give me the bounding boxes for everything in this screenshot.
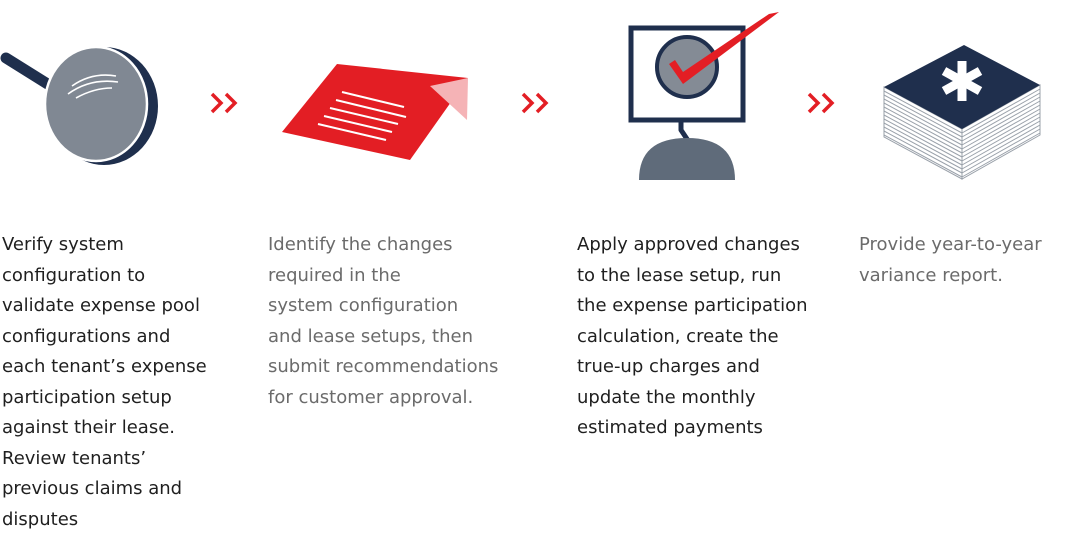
magnifying-glass-icon: [0, 45, 158, 165]
step-1-description: Verify system configuration to validate …: [2, 234, 207, 530]
double-chevron-right-icon: [807, 92, 835, 114]
step-3-description: Apply approved changes to the lease setu…: [577, 234, 808, 438]
double-chevron-right-icon: [521, 92, 549, 114]
double-chevron-right-icon: [210, 92, 238, 114]
monitor-checkmark-icon: [628, 12, 779, 180]
report-stack-icon: [883, 45, 1041, 180]
step-4-description: Provide year-to-year variance report.: [859, 234, 1042, 286]
document-icon: [282, 64, 468, 160]
step-2-description: Identify the changes required in the sys…: [268, 234, 499, 408]
